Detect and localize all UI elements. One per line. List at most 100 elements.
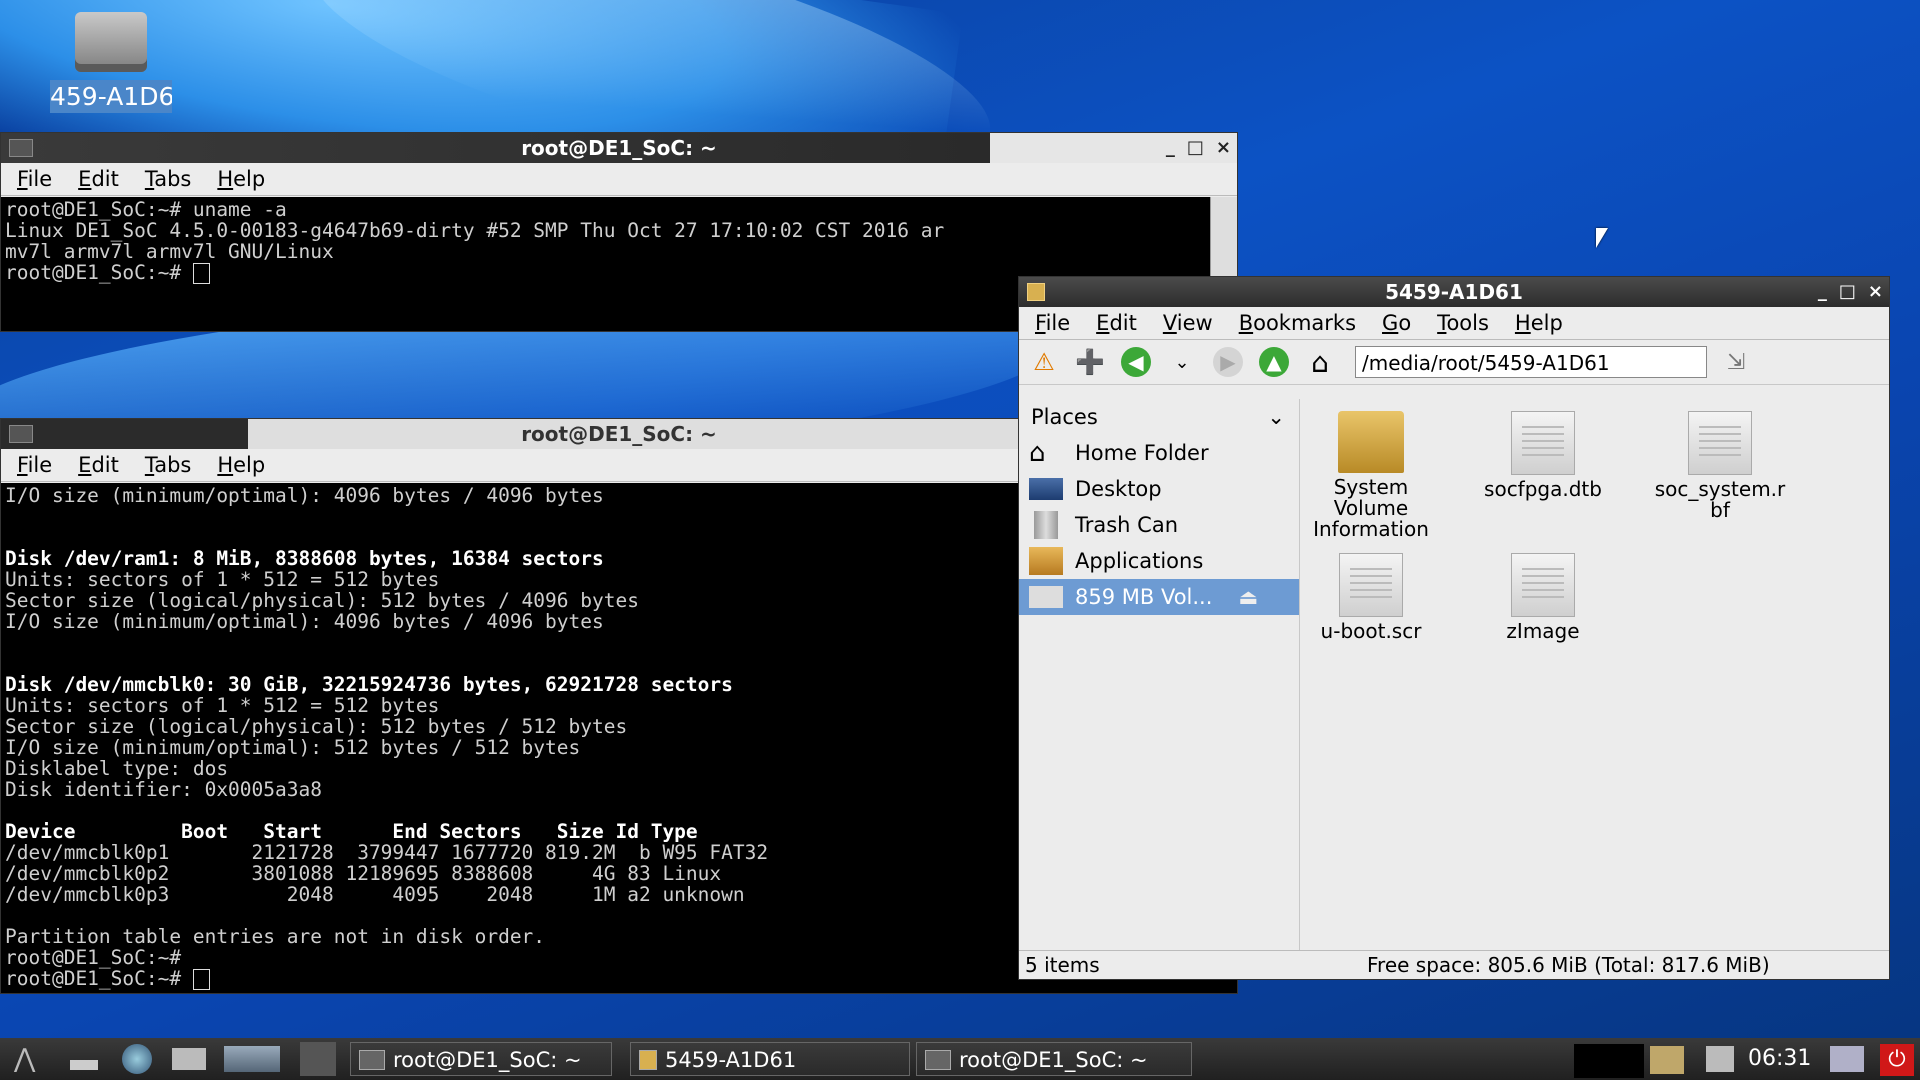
place-desktop[interactable]: Desktop [1019, 471, 1299, 507]
file-item[interactable]: System Volume Information [1296, 405, 1446, 540]
cpu-monitor[interactable] [1574, 1044, 1644, 1078]
maximize-button[interactable]: □ [1187, 133, 1204, 163]
place-volume[interactable]: 859 MB Vol... ⏏ [1019, 579, 1299, 615]
home-icon: ⌂ [1029, 438, 1046, 468]
terminal-cursor [192, 263, 210, 284]
terminal-line: root@DE1_SoC:~# uname -a [5, 198, 287, 221]
file-item[interactable]: u-boot.scr [1296, 547, 1446, 642]
task-label: 5459-A1D61 [665, 1048, 797, 1072]
place-applications[interactable]: Applications [1019, 543, 1299, 579]
start-menu-icon[interactable]: ⋀ [14, 1044, 48, 1074]
place-label: Desktop [1075, 477, 1162, 501]
terminal-icon [925, 1050, 951, 1070]
menu-go[interactable]: Go [1382, 311, 1411, 335]
menu-edit[interactable]: Edit [1096, 311, 1137, 335]
toolbar: ⚠ ➕ ◀ ⌄ ▶ ▲ ⌂ /media/root/5459-A1D61 ⇲ [1019, 340, 1889, 385]
file-item[interactable]: soc_system.r bf [1645, 405, 1795, 521]
menu-help[interactable]: Help [217, 453, 265, 477]
clock[interactable]: 06:31 [1748, 1038, 1811, 1080]
folder-icon [1027, 283, 1045, 301]
place-home-folder[interactable]: ⌂ Home Folder [1019, 435, 1299, 471]
menu-tools[interactable]: Tools [1437, 311, 1489, 335]
menu-edit[interactable]: Edit [78, 167, 119, 191]
file-manager-launcher-icon[interactable] [172, 1048, 206, 1070]
task-button-file-manager[interactable]: 5459-A1D61 [630, 1042, 910, 1076]
go-icon[interactable]: ⇲ [1719, 345, 1753, 379]
window-title: 5459-A1D61 [1385, 280, 1523, 304]
place-label: Home Folder [1075, 441, 1209, 465]
terminal-icon [359, 1050, 385, 1070]
home-icon[interactable]: ⌂ [1303, 345, 1337, 379]
close-button[interactable]: × [1868, 277, 1883, 307]
file-manager-window[interactable]: 5459-A1D61 _ □ × File Edit View Bookmark… [1018, 276, 1890, 980]
window-title: root@DE1_SoC: ~ [521, 422, 717, 446]
minimize-button[interactable]: _ [1818, 277, 1827, 307]
chevron-down-icon: ⌄ [1267, 405, 1285, 429]
menu-file[interactable]: File [17, 453, 52, 477]
desktop-drive-icon[interactable]: 459-A1D6 [50, 12, 172, 113]
places-sidebar: Places ⌄ ⌂ Home Folder Desktop Trash Can… [1019, 399, 1300, 951]
warning-icon[interactable]: ⚠ [1027, 345, 1061, 379]
document-icon [1688, 411, 1752, 475]
network-icon[interactable] [1706, 1046, 1734, 1072]
workspace-2[interactable] [300, 1042, 336, 1076]
applications-icon [1029, 547, 1063, 575]
places-header[interactable]: Places ⌄ [1019, 399, 1299, 435]
minimize-button[interactable]: _ [1166, 133, 1175, 163]
folder-icon [1338, 411, 1404, 473]
place-label: Trash Can [1075, 513, 1179, 537]
up-button[interactable]: ▲ [1257, 345, 1291, 379]
terminal-icon [9, 139, 33, 157]
back-button[interactable]: ◀ [1119, 345, 1153, 379]
menu-bookmarks[interactable]: Bookmarks [1239, 311, 1356, 335]
status-bar: 5 items Free space: 805.6 MiB (Total: 81… [1019, 950, 1889, 979]
menu-bar: File Edit View Bookmarks Go Tools Help [1019, 307, 1889, 340]
title-bar[interactable]: root@DE1_SoC: ~ _ □ × [1, 133, 1237, 163]
places-label: Places [1031, 405, 1098, 429]
clipboard-icon[interactable] [1650, 1046, 1684, 1074]
drive-icon [75, 12, 147, 72]
task-label: root@DE1_SoC: ~ [959, 1048, 1148, 1072]
drive-icon [1029, 586, 1063, 608]
forward-button[interactable]: ▶ [1211, 345, 1245, 379]
file-label: System Volume Information [1313, 475, 1429, 541]
place-label: 859 MB Vol... [1075, 585, 1213, 609]
menu-help[interactable]: Help [1515, 311, 1563, 335]
eject-icon[interactable]: ⏏ [1238, 585, 1258, 609]
place-label: Applications [1075, 549, 1204, 573]
terminal-cursor [192, 969, 210, 990]
menu-tabs[interactable]: Tabs [145, 167, 192, 191]
terminal-icon [9, 425, 33, 443]
browser-icon[interactable] [122, 1044, 152, 1074]
task-button-terminal-1[interactable]: root@DE1_SoC: ~ [350, 1042, 612, 1076]
user-icon[interactable] [1830, 1046, 1864, 1072]
menu-bar: File Edit Tabs Help [1, 163, 1237, 196]
place-trash-can[interactable]: Trash Can [1019, 507, 1299, 543]
file-item[interactable]: zImage [1468, 547, 1618, 642]
file-item[interactable]: socfpga.dtb [1468, 405, 1618, 500]
title-bar[interactable]: 5459-A1D61 _ □ × [1019, 277, 1889, 307]
taskbar: ⋀ root@DE1_SoC: ~ 5459-A1D61 root@DE1_So… [0, 1038, 1920, 1080]
history-dropdown-icon[interactable]: ⌄ [1165, 345, 1199, 379]
maximize-button[interactable]: □ [1839, 277, 1856, 307]
menu-file[interactable]: File [17, 167, 52, 191]
show-desktop-icon[interactable] [70, 1060, 98, 1070]
desktop-icon [1029, 478, 1063, 500]
file-label: u-boot.scr [1320, 619, 1422, 643]
menu-file[interactable]: File [1035, 311, 1070, 335]
menu-edit[interactable]: Edit [78, 453, 119, 477]
menu-view[interactable]: View [1163, 311, 1213, 335]
task-label: root@DE1_SoC: ~ [393, 1048, 582, 1072]
close-button[interactable]: × [1216, 133, 1231, 163]
workspace-switcher[interactable] [224, 1046, 280, 1072]
folder-icon [639, 1050, 657, 1070]
status-item-count: 5 items [1025, 953, 1100, 977]
location-bar[interactable]: /media/root/5459-A1D61 [1355, 346, 1707, 378]
new-tab-icon[interactable]: ➕ [1073, 345, 1107, 379]
power-icon[interactable]: ⏻ [1880, 1044, 1914, 1076]
menu-tabs[interactable]: Tabs [145, 453, 192, 477]
file-label: soc_system.r bf [1654, 477, 1786, 522]
menu-help[interactable]: Help [217, 167, 265, 191]
document-icon [1511, 411, 1575, 475]
task-button-terminal-2[interactable]: root@DE1_SoC: ~ [916, 1042, 1192, 1076]
